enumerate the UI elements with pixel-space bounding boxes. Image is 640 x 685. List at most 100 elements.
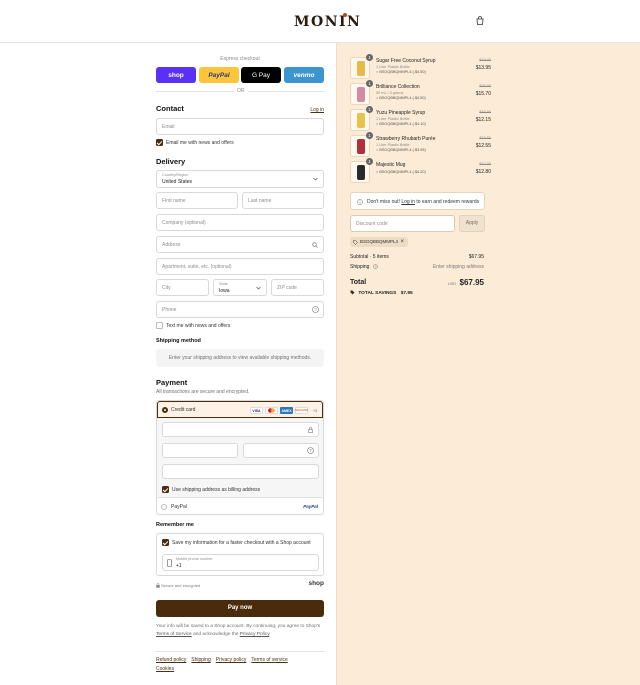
item-discount: ○ BSGQBBQMMPL4 (-$4.20) <box>376 170 426 174</box>
state-label: State <box>219 282 228 286</box>
zip-field[interactable]: ZIP code <box>271 279 324 296</box>
remove-discount-icon[interactable]: × <box>400 237 404 247</box>
footer-refund-link[interactable]: Refund policy <box>156 657 186 663</box>
more-cards-badge: +3 <box>313 408 317 413</box>
rewards-text-post: to earn and redeem rewards <box>416 199 480 205</box>
legal-end: . <box>269 631 271 637</box>
item-price: $13.95 <box>475 65 491 71</box>
shipping-label: Shipping <box>350 264 370 270</box>
company-field[interactable]: Company (optional) <box>156 214 324 231</box>
email-placeholder: Email <box>162 124 175 130</box>
discount-code-placeholder: Discount code <box>356 221 388 227</box>
tag-icon <box>350 290 355 295</box>
cart-item: 1 Strawberry Rhubarb Purée 1 Liter Plastic… <box>350 132 491 157</box>
rewards-text: Don't miss out! Log in to earn and redee… <box>367 199 479 205</box>
save-info-label: Save my information for a faster checkou… <box>172 540 311 546</box>
apartment-field[interactable]: Apartment, suite, etc. (optional) <box>156 258 324 275</box>
footer-links: Refund policy Shipping Privacy policy Terms… <box>156 656 324 674</box>
paypal-option[interactable]: PayPal PayPal <box>157 497 323 515</box>
item-original-price: $16.50 <box>479 136 491 140</box>
discount-code-input[interactable]: Discount code <box>350 215 455 232</box>
help-icon[interactable]: ? <box>307 447 314 454</box>
text-offers-checkbox[interactable] <box>156 322 163 329</box>
login-link[interactable]: Log in <box>310 107 324 113</box>
shipping-method-note: Enter your shipping address to view avai… <box>156 349 324 367</box>
chevron-down-icon <box>256 286 261 290</box>
product-image <box>357 165 365 180</box>
item-name: Brilliance Collection <box>376 84 420 90</box>
first-name-field[interactable]: First name <box>156 192 238 209</box>
shipping-row: Shipping ? <box>350 264 378 270</box>
last-name-field[interactable]: Last name <box>242 192 324 209</box>
brand-logo[interactable]: MONIN <box>294 14 361 30</box>
address-field[interactable]: Address <box>156 236 324 253</box>
currency-code: USD <box>447 281 457 286</box>
news-checkbox[interactable] <box>156 139 163 146</box>
footer-terms-link[interactable]: Terms of service <box>251 657 287 663</box>
paypal-label: PayPal <box>171 504 187 510</box>
rewards-banner: Don't miss out! Log in to earn and redee… <box>350 192 485 210</box>
apartment-placeholder: Apartment, suite, etc. (optional) <box>162 264 232 270</box>
cart-item: 1 Brilliance Collection 50 mL / 3 grams ○ B… <box>350 80 491 105</box>
paypal-radio[interactable] <box>161 504 167 510</box>
email-field[interactable]: Email <box>156 118 324 135</box>
item-price: $15.70 <box>475 91 491 97</box>
pay-now-button[interactable]: Pay now <box>156 600 324 617</box>
contact-heading: Contact <box>156 104 184 113</box>
chevron-down-icon <box>313 177 318 181</box>
discover-icon: DISCOVER <box>294 407 309 414</box>
billing-checkbox[interactable] <box>162 486 169 493</box>
privacy-link[interactable]: Privacy Policy <box>240 632 270 637</box>
shop-pay-button[interactable]: shop <box>156 67 196 83</box>
footer-shipping-link[interactable]: Shipping <box>191 657 210 663</box>
item-name: Strawberry Rhubarb Purée <box>376 136 436 142</box>
amex-icon: AMEX <box>280 407 293 414</box>
logo-dot <box>343 13 347 17</box>
state-select[interactable]: State Iowa <box>213 279 267 296</box>
credit-card-option[interactable]: Credit card VISA AMEX DISCOVER +3 <box>157 401 323 418</box>
product-image <box>357 61 365 76</box>
card-number-field[interactable] <box>162 422 319 437</box>
item-discount-code: BSGQBBQMMPL4 (-$4.50) <box>379 96 426 100</box>
footer-privacy-link[interactable]: Privacy policy <box>216 657 247 663</box>
item-variant: 50 mL / 3 grams <box>376 91 404 95</box>
help-icon[interactable]: ? <box>312 306 319 313</box>
product-image <box>357 87 365 102</box>
item-variant: 1 Liter Plastic Bottle <box>376 65 410 69</box>
svg-text:?: ? <box>374 265 376 269</box>
paypal-button[interactable]: PayPal <box>199 67 239 83</box>
help-icon[interactable]: ? <box>373 264 378 269</box>
savings-row: TOTAL SAVINGS $7.95 <box>350 290 413 296</box>
credit-card-radio[interactable] <box>162 407 168 413</box>
phone-icon <box>167 559 172 567</box>
shipping-value: Enter shipping address <box>432 264 484 270</box>
payment-heading: Payment <box>156 378 188 387</box>
mobile-phone-field[interactable]: Mobile phone number +1 <box>162 554 319 571</box>
item-name: Majestic Mug <box>376 162 406 168</box>
google-pay-button[interactable]: G Pay <box>241 67 281 83</box>
item-discount: ○ BSGQBBQMMPL4 (-$4.50) <box>376 70 426 74</box>
country-select[interactable]: Country/Region United States <box>156 170 324 188</box>
city-field[interactable]: City <box>156 279 209 296</box>
item-variant: 1 Liter Plastic Bottle <box>376 117 410 121</box>
subtotal-value: $67.95 <box>468 254 484 260</box>
name-on-card-field[interactable] <box>162 464 319 479</box>
save-info-checkbox[interactable] <box>162 539 169 546</box>
total-amount: USD $67.95 <box>448 278 484 287</box>
payment-methods: Credit card VISA AMEX DISCOVER +3 ? Use … <box>156 400 324 515</box>
shopping-bag-icon[interactable] <box>476 16 484 25</box>
city-placeholder: City <box>162 285 171 291</box>
phone-field[interactable]: Phone ? <box>156 301 324 318</box>
footer-cookies-link[interactable]: Cookies <box>156 666 174 672</box>
expiry-field[interactable] <box>162 443 238 458</box>
terms-link[interactable]: Terms of Service <box>156 632 192 637</box>
apply-discount-button[interactable]: Apply <box>459 215 485 232</box>
applied-discount-tag: BSGQBBQMMPL4 × <box>350 237 408 247</box>
item-original-price: $20.00 <box>479 84 491 88</box>
venmo-button[interactable]: venmo <box>284 67 324 83</box>
security-code-field[interactable]: ? <box>243 443 319 458</box>
express-checkout-title: Express checkout <box>220 56 260 62</box>
cart-item: 1 Majestic Mug ○ BSGQBBQMMPL4 (-$4.20) $17.… <box>350 158 491 183</box>
rewards-login-link[interactable]: Log in <box>401 199 415 205</box>
billing-checkbox-label: Use shipping address as billing address <box>172 487 261 493</box>
